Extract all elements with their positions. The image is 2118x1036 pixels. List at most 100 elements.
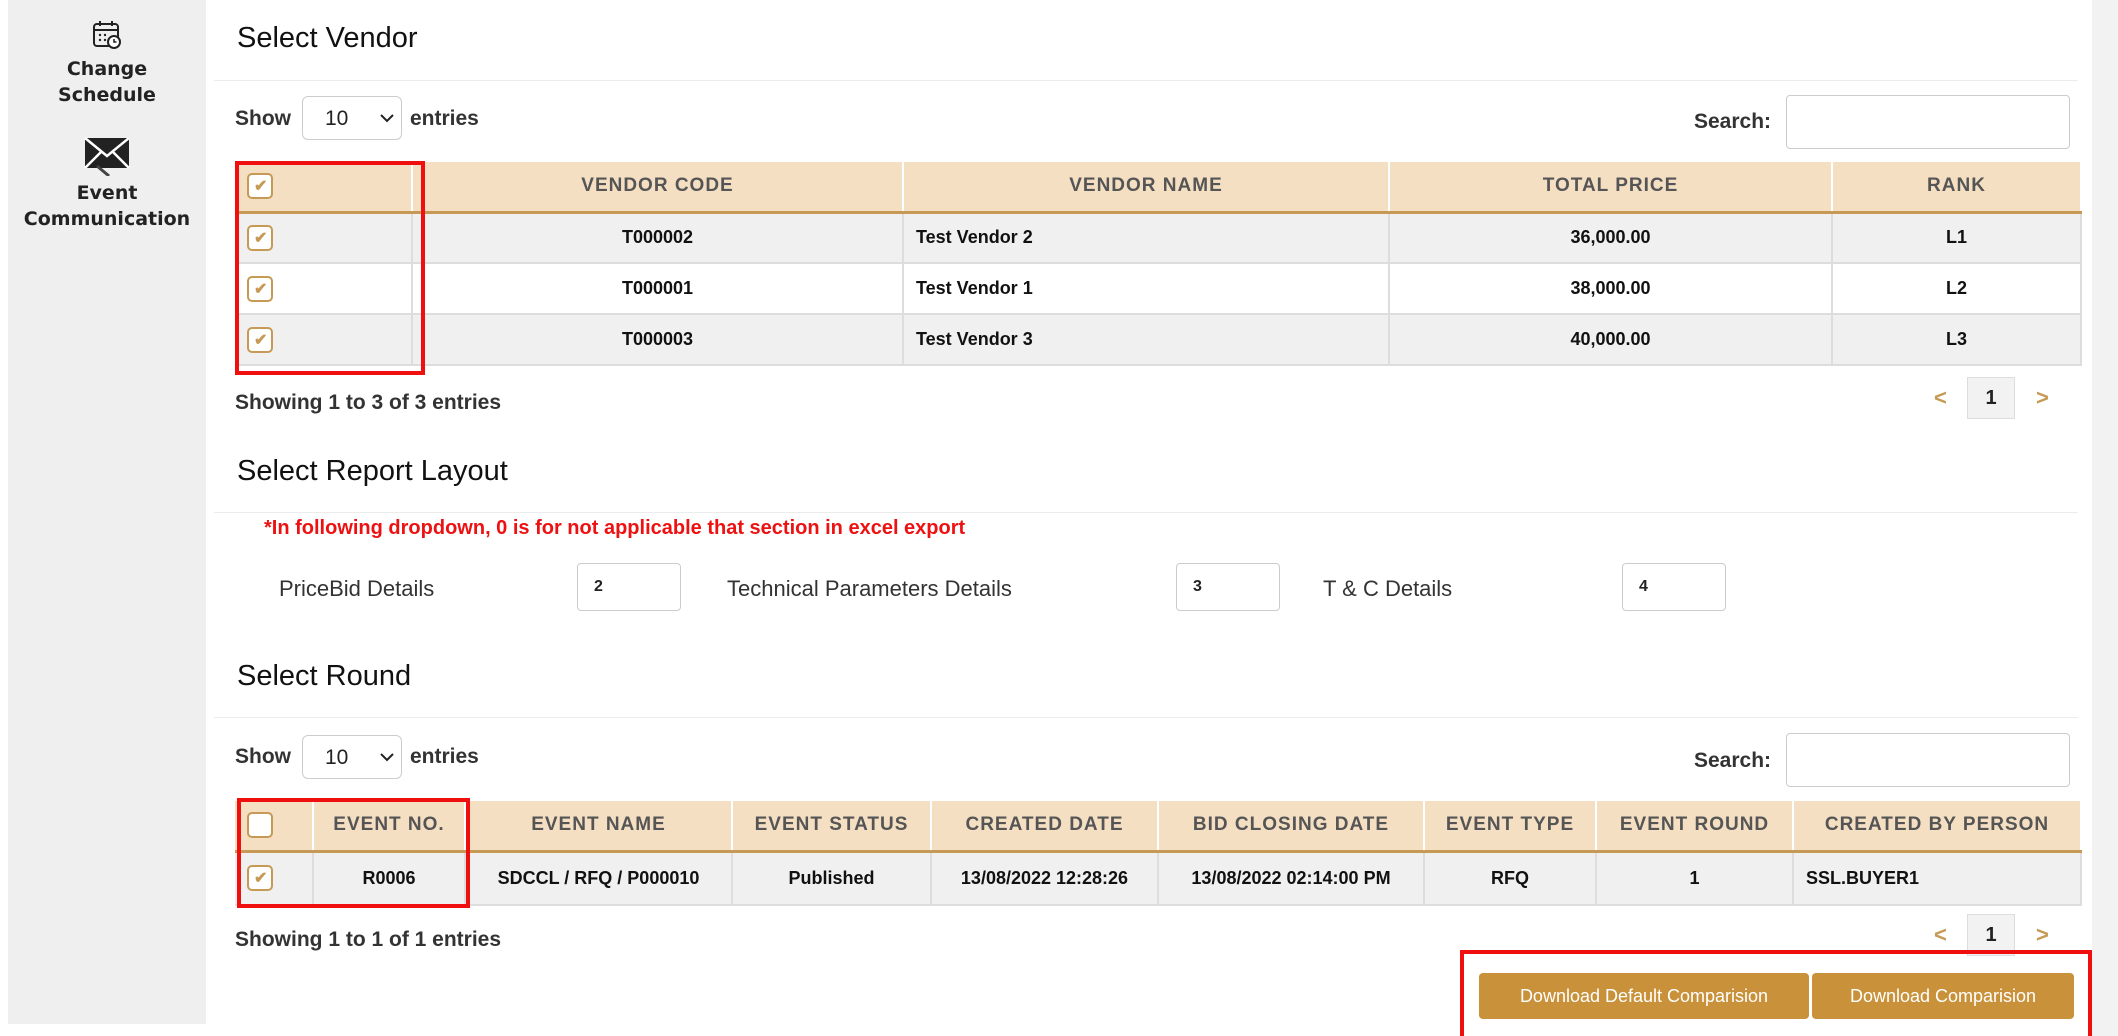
round-table-info: Showing 1 to 1 of 1 entries — [235, 928, 502, 951]
next-page-button[interactable]: > — [2036, 385, 2049, 411]
round-section-title: Select Round — [237, 660, 412, 692]
column-header-created-by-person[interactable]: CREATED BY PERSON — [1793, 801, 2082, 853]
search-label: Search: — [1694, 749, 1772, 772]
checkmark-icon: ✔ — [254, 178, 269, 196]
select-all-cell — [235, 801, 314, 853]
column-header-rank[interactable]: RANK — [1832, 162, 2082, 214]
sidebar-item-change-schedule[interactable]: Change Schedule — [8, 18, 206, 108]
column-header-vendor-name[interactable]: VENDOR NAME — [903, 162, 1390, 214]
round-pagination: < 1 > — [1928, 914, 2058, 958]
total-price-cell: 40,000.00 — [1389, 314, 1833, 366]
report-note: *In following dropdown, 0 is for not app… — [264, 517, 966, 539]
column-header-total-price[interactable]: TOTAL PRICE — [1389, 162, 1833, 214]
column-header-bid-closing-date[interactable]: BID CLOSING DATE — [1158, 801, 1425, 853]
calendar-clock-icon — [93, 21, 121, 49]
row-checkbox[interactable]: ✔ — [247, 326, 273, 353]
entries-label: entries — [410, 107, 479, 130]
column-header-created-date[interactable]: CREATED DATE — [931, 801, 1159, 853]
round-search-input[interactable] — [1786, 733, 2070, 787]
column-header-event-status[interactable]: EVENT STATUS — [732, 801, 932, 853]
table-header-row: EVENT NO. EVENT NAME EVENT STATUS CREATE… — [235, 801, 2082, 853]
sidebar: Change Schedule Event Communication — [8, 0, 206, 1024]
event-type-cell: RFQ — [1424, 851, 1597, 906]
vendor-search-input[interactable] — [1786, 95, 2070, 149]
technical-label: Technical Parameters Details — [727, 576, 1012, 601]
scrollbar-track[interactable] — [2092, 0, 2118, 1036]
checkmark-icon: ✔ — [254, 331, 268, 349]
pricebid-order-input[interactable]: 2 — [577, 563, 681, 611]
pricebid-label: PriceBid Details — [279, 576, 435, 601]
row-select-cell: ✔ — [235, 314, 413, 366]
event-name-cell: SDCCL / RFQ / P000010 — [465, 851, 733, 906]
page-number-button[interactable]: 1 — [1967, 377, 2015, 419]
entries-value: 10 — [325, 107, 349, 130]
table-row[interactable]: ✔ R0006 SDCCL / RFQ / P000010 Published … — [235, 851, 2082, 906]
chevron-down-icon — [380, 753, 394, 762]
vendor-table-info: Showing 1 to 3 of 3 entries — [235, 391, 502, 414]
main-content: Select Vendor Show 10 entries Search: ✔ … — [206, 0, 2082, 1024]
column-header-event-type[interactable]: EVENT TYPE — [1424, 801, 1597, 853]
checkmark-icon: ✔ — [254, 280, 268, 298]
divider — [214, 512, 2078, 513]
row-checkbox[interactable]: ✔ — [247, 275, 273, 302]
vendor-pagination: < 1 > — [1928, 377, 2058, 421]
tc-label: T & C Details — [1323, 576, 1453, 601]
total-price-cell: 38,000.00 — [1389, 263, 1833, 315]
entries-label: entries — [410, 745, 479, 768]
search-label: Search: — [1694, 110, 1772, 133]
download-default-comparision-button[interactable]: Download Default Comparision — [1479, 973, 1809, 1019]
round-select-all-checkbox[interactable] — [247, 812, 273, 839]
entries-value: 10 — [325, 746, 349, 769]
table-row[interactable]: ✔ T000003 Test Vendor 3 40,000.00 L3 — [235, 314, 2082, 366]
select-all-cell: ✔ — [235, 162, 413, 214]
vendor-code-cell: T000002 — [412, 212, 904, 264]
vendor-entries-select[interactable]: 10 — [302, 96, 402, 140]
column-header-event-round[interactable]: EVENT ROUND — [1596, 801, 1794, 853]
row-select-cell: ✔ — [235, 263, 413, 315]
sidebar-item-label: Event Communication — [23, 182, 191, 230]
column-header-vendor-code[interactable]: VENDOR CODE — [412, 162, 904, 214]
page-number-button[interactable]: 1 — [1967, 914, 2015, 956]
row-select-cell: ✔ — [235, 212, 413, 264]
sidebar-item-event-communication[interactable]: Event Communication — [8, 136, 206, 232]
tc-order-input[interactable]: 4 — [1622, 563, 1726, 611]
vendor-name-cell: Test Vendor 3 — [903, 314, 1390, 366]
column-header-event-name[interactable]: EVENT NAME — [465, 801, 733, 853]
divider — [214, 717, 2078, 718]
envelope-icon — [84, 137, 130, 176]
download-comparision-button[interactable]: Download Comparision — [1812, 973, 2074, 1019]
next-page-button[interactable]: > — [2036, 922, 2049, 948]
vendor-select-all-checkbox[interactable]: ✔ — [247, 173, 273, 200]
vendor-name-cell: Test Vendor 2 — [903, 212, 1390, 264]
rank-cell: L2 — [1832, 263, 2082, 315]
vendor-name-cell: Test Vendor 1 — [903, 263, 1390, 315]
event-no-cell: R0006 — [313, 851, 466, 906]
table-row[interactable]: ✔ T000002 Test Vendor 2 36,000.00 L1 — [235, 212, 2082, 264]
checkmark-icon: ✔ — [254, 229, 268, 247]
row-checkbox[interactable]: ✔ — [247, 865, 273, 892]
row-select-cell: ✔ — [235, 851, 314, 906]
column-header-event-no[interactable]: EVENT NO. — [313, 801, 466, 853]
show-label: Show — [235, 107, 291, 130]
divider — [214, 80, 2078, 81]
table-row[interactable]: ✔ T000001 Test Vendor 1 38,000.00 L2 — [235, 263, 2082, 315]
show-label: Show — [235, 745, 291, 768]
rank-cell: L3 — [1832, 314, 2082, 366]
created-date-cell: 13/08/2022 12:28:26 — [931, 851, 1159, 906]
round-entries-select[interactable]: 10 — [302, 735, 402, 779]
prev-page-button[interactable]: < — [1934, 385, 1947, 411]
total-price-cell: 36,000.00 — [1389, 212, 1833, 264]
round-table: EVENT NO. EVENT NAME EVENT STATUS CREATE… — [235, 801, 2082, 906]
checkmark-icon: ✔ — [254, 870, 268, 888]
event-status-cell: Published — [732, 851, 932, 906]
sidebar-item-label: Change Schedule — [58, 58, 156, 106]
bid-closing-date-cell: 13/08/2022 02:14:00 PM — [1158, 851, 1425, 906]
vendor-table: ✔ VENDOR CODE VENDOR NAME TOTAL PRICE RA… — [235, 162, 2082, 366]
vendor-code-cell: T000003 — [412, 314, 904, 366]
row-checkbox[interactable]: ✔ — [247, 224, 273, 251]
table-header-row: ✔ VENDOR CODE VENDOR NAME TOTAL PRICE RA… — [235, 162, 2082, 214]
prev-page-button[interactable]: < — [1934, 922, 1947, 948]
rank-cell: L1 — [1832, 212, 2082, 264]
vendor-code-cell: T000001 — [412, 263, 904, 315]
technical-order-input[interactable]: 3 — [1176, 563, 1280, 611]
